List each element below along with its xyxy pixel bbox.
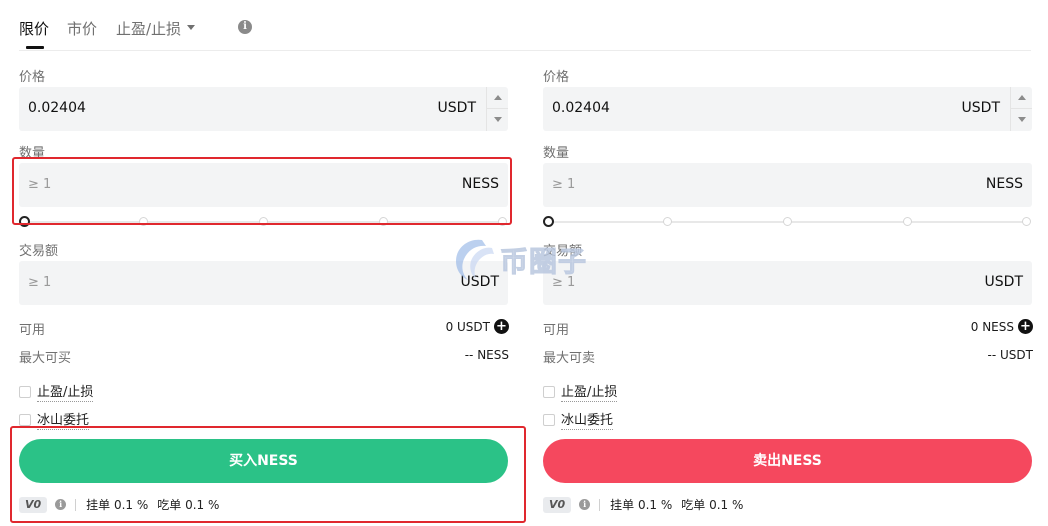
max-sell-label: 最大可卖 <box>543 351 596 366</box>
iceberg-checkbox[interactable]: 冰山委托 <box>19 409 90 430</box>
available-row: 0 USDT + <box>445 319 509 335</box>
taker-fee: 吃单 0.1 % <box>157 498 220 512</box>
quantity-placeholder: ≥ 1 <box>552 177 576 192</box>
amount-unit: USDT <box>984 274 1023 290</box>
amount-placeholder: ≥ 1 <box>28 275 52 290</box>
arrow-up-icon <box>1018 95 1026 100</box>
max-buy-value: -- NESS <box>464 348 509 362</box>
sell-button[interactable]: 卖出NESS <box>543 439 1032 483</box>
sell-amount-input[interactable]: ≥ 1 USDT <box>543 261 1032 305</box>
fee-info: V0 i 挂单 0.1 % 吃单 0.1 % <box>19 496 220 513</box>
watermark-text: 币圈子 <box>499 245 588 279</box>
increment-button[interactable] <box>1011 87 1032 109</box>
arrow-up-icon <box>494 95 502 100</box>
max-buy-label: 最大可买 <box>19 351 72 366</box>
increment-button[interactable] <box>487 87 508 109</box>
slider-mark-25[interactable] <box>139 217 148 226</box>
tp-sl-checkbox[interactable]: 止盈/止损 <box>543 381 618 402</box>
vip-level-badge: V0 <box>543 496 572 513</box>
watermark: 币圈子 <box>448 234 598 284</box>
slider-mark-50[interactable] <box>259 217 268 226</box>
slider-mark-50[interactable] <box>783 217 792 226</box>
slider-mark-100[interactable] <box>1022 217 1031 226</box>
vip-level-badge: V0 <box>19 496 48 513</box>
buy-quantity-slider[interactable] <box>19 216 508 228</box>
price-stepper <box>486 87 508 131</box>
iceberg-label: 冰山委托 <box>37 413 90 430</box>
quantity-label: 数量 <box>19 146 46 161</box>
arrow-down-icon <box>494 117 502 122</box>
quantity-label: 数量 <box>543 146 570 161</box>
plus-icon[interactable]: + <box>1018 319 1033 334</box>
decrement-button[interactable] <box>487 109 508 131</box>
quantity-unit: NESS <box>461 176 499 192</box>
amount-label: 交易额 <box>19 244 59 259</box>
info-icon[interactable]: i <box>55 499 67 510</box>
available-value: 0 USDT <box>445 320 490 334</box>
available-row: 0 NESS + <box>970 319 1033 335</box>
info-icon[interactable]: i <box>579 499 591 510</box>
iceberg-checkbox[interactable]: 冰山委托 <box>543 409 614 430</box>
sell-quantity-slider[interactable] <box>543 216 1032 228</box>
price-unit: USDT <box>437 100 476 116</box>
plus-icon[interactable]: + <box>494 319 509 334</box>
watermark-logo-icon <box>456 239 494 280</box>
available-label: 可用 <box>543 323 570 338</box>
buy-quantity-input[interactable]: ≥ 1 NESS <box>19 163 508 207</box>
buy-panel: 价格 0.02404 USDT 数量 ≥ 1 NESS 交易额 ≥ 1 USDT… <box>19 0 509 526</box>
price-stepper <box>1010 87 1032 131</box>
checkbox-box[interactable] <box>543 385 555 398</box>
max-sell-value: -- USDT <box>987 348 1033 362</box>
available-value: 0 NESS <box>970 320 1014 334</box>
sell-panel: 价格 0.02404 USDT 数量 ≥ 1 NESS 交易额 ≥ 1 USDT… <box>543 0 1033 526</box>
tp-sl-label: 止盈/止损 <box>37 385 94 402</box>
sell-price-input[interactable]: 0.02404 USDT <box>543 87 1032 131</box>
fee-info: V0 i 挂单 0.1 % 吃单 0.1 % <box>543 496 744 513</box>
checkbox-box[interactable] <box>19 413 31 426</box>
slider-mark-100[interactable] <box>498 217 507 226</box>
price-unit: USDT <box>961 100 1000 116</box>
slider-handle[interactable] <box>543 216 554 227</box>
buy-price-input[interactable]: 0.02404 USDT <box>19 87 508 131</box>
maker-fee: 挂单 0.1 % <box>86 498 149 512</box>
checkbox-box[interactable] <box>543 413 555 426</box>
slider-mark-75[interactable] <box>379 217 388 226</box>
price-label: 价格 <box>19 70 46 85</box>
slider-mark-25[interactable] <box>663 217 672 226</box>
tp-sl-checkbox[interactable]: 止盈/止损 <box>19 381 94 402</box>
decrement-button[interactable] <box>1011 109 1032 131</box>
divider <box>599 498 601 511</box>
sell-quantity-input[interactable]: ≥ 1 NESS <box>543 163 1032 207</box>
buy-button[interactable]: 买入NESS <box>19 439 508 483</box>
price-label: 价格 <box>543 70 570 85</box>
iceberg-label: 冰山委托 <box>561 413 614 430</box>
price-value: 0.02404 <box>28 100 86 116</box>
available-label: 可用 <box>19 323 46 338</box>
checkbox-box[interactable] <box>19 385 31 398</box>
slider-mark-75[interactable] <box>903 217 912 226</box>
taker-fee: 吃单 0.1 % <box>681 498 744 512</box>
tp-sl-label: 止盈/止损 <box>561 385 618 402</box>
quantity-unit: NESS <box>985 176 1023 192</box>
buy-amount-input[interactable]: ≥ 1 USDT <box>19 261 508 305</box>
slider-handle[interactable] <box>19 216 30 227</box>
price-value: 0.02404 <box>552 100 610 116</box>
maker-fee: 挂单 0.1 % <box>610 498 673 512</box>
divider <box>75 498 77 511</box>
quantity-placeholder: ≥ 1 <box>28 177 52 192</box>
arrow-down-icon <box>1018 117 1026 122</box>
